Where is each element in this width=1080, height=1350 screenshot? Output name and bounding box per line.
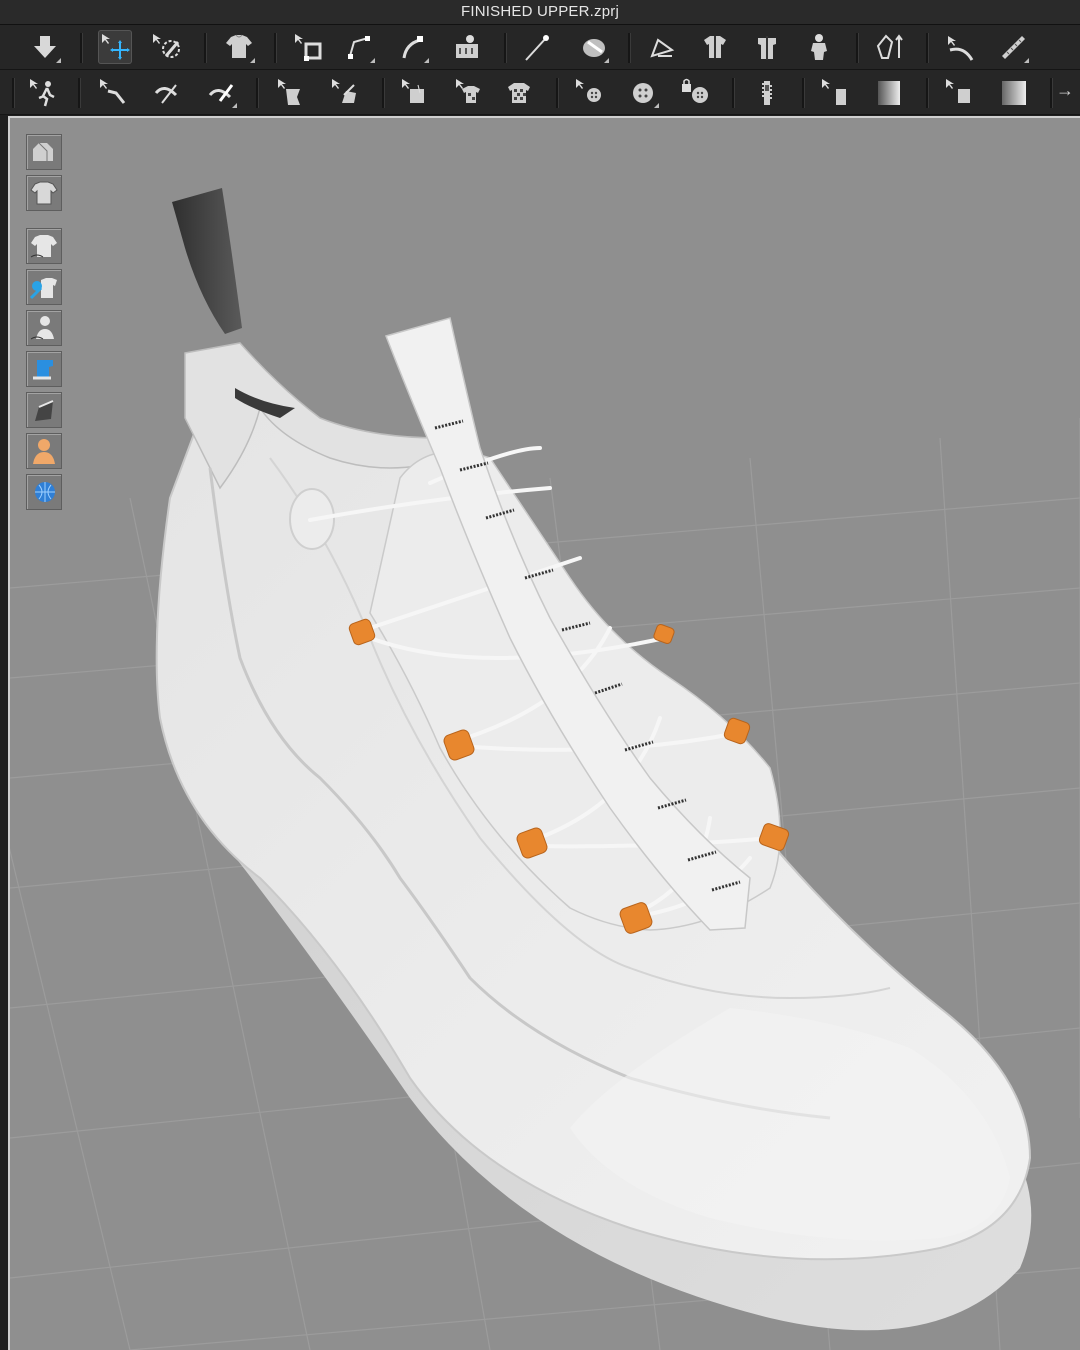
strengthen-icon[interactable] [328,75,362,109]
secondary-toolbar: → [0,70,1080,115]
segment-sewing-icon[interactable] [450,30,484,64]
checker-icon[interactable] [502,75,536,109]
3d-viewport[interactable] [8,116,1080,1350]
texture-pattern-icon[interactable] [452,75,486,109]
pose-icon[interactable] [26,75,60,109]
brush-icon[interactable] [204,75,238,109]
title-bar: FINISHED UPPER.zprj [0,0,1080,25]
edit-mesh-icon[interactable] [150,75,184,109]
show-garment-surface-icon[interactable] [26,228,62,264]
select-mesh-icon[interactable] [96,75,130,109]
garment-fit-icon[interactable] [698,30,732,64]
environment-map-icon[interactable] [26,474,62,510]
button-lock-icon[interactable] [678,75,712,109]
topstitch-icon[interactable] [942,75,976,109]
tape-measure-icon[interactable] [802,30,836,64]
edit-point-icon[interactable] [342,30,376,64]
fabric-thickness-icon[interactable] [26,351,62,387]
arrangement-points-icon[interactable] [644,30,678,64]
avatar-visibility-icon[interactable] [26,310,62,346]
pin-icon[interactable] [520,30,554,64]
edit-pattern-icon[interactable] [292,30,326,64]
fold-tool-icon[interactable] [274,75,308,109]
shading-icon[interactable] [872,75,906,109]
buttonhole-icon[interactable] [626,75,660,109]
texture-view-icon[interactable] [26,269,62,305]
avatar-garment-icon[interactable] [222,30,256,64]
graphic-icon[interactable] [996,75,1030,109]
toolbar-overflow-arrow-icon[interactable]: → [1056,80,1074,101]
render-solid-icon[interactable] [26,392,62,428]
heel-pull-tab [172,188,242,334]
simulation-download-icon[interactable] [28,30,62,64]
main-toolbar [0,25,1080,70]
transform-pattern-icon[interactable] [150,30,184,64]
button-icon[interactable] [572,75,606,109]
circumference-icon[interactable] [942,30,976,64]
avatar-skin-icon[interactable] [26,433,62,469]
window-title: FINISHED UPPER.zprj [461,3,619,20]
zipper-icon[interactable] [750,75,784,109]
length-measure-icon[interactable] [996,30,1030,64]
edit-curve-icon[interactable] [396,30,430,64]
gather-icon[interactable] [398,75,432,109]
select-move-icon[interactable] [98,30,132,64]
puckering-icon[interactable] [818,75,852,109]
ruler-icon[interactable] [872,30,906,64]
avatar-measure-icon[interactable] [750,30,784,64]
show-garment-icon[interactable] [26,175,62,211]
show-3d-avatar-icon[interactable] [26,134,62,170]
fold-arrange-icon[interactable] [576,30,610,64]
3d-scene [10,188,1080,1350]
